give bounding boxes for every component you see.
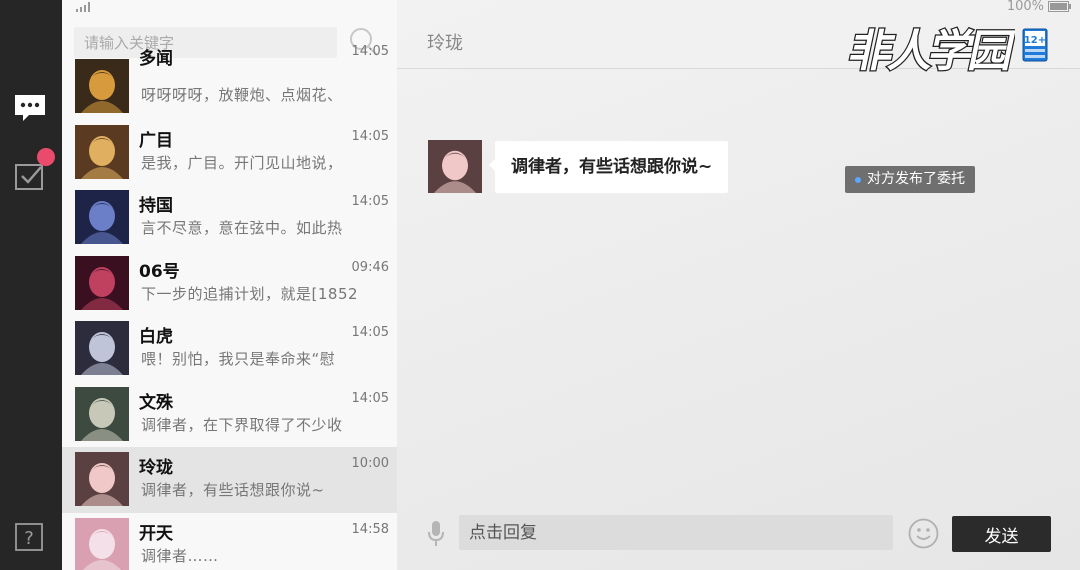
avatar xyxy=(75,452,129,506)
commission-notice[interactable]: 对方发布了委托 xyxy=(845,166,975,193)
conversation-name: 多闻 xyxy=(139,49,173,69)
game-logo: 非人学园 xyxy=(843,25,1015,78)
conversation-item[interactable]: 文殊 14:05 调律者，在下界取得了不少收 xyxy=(62,382,397,448)
avatar xyxy=(75,321,129,375)
conversation-time: 14:05 xyxy=(351,128,389,144)
send-button[interactable]: 发送 xyxy=(952,516,1051,552)
avatar xyxy=(75,59,129,113)
logo-text: 非人学园 xyxy=(844,26,1015,76)
svg-text:?: ? xyxy=(24,528,34,549)
conversation-time: 14:05 xyxy=(351,194,389,209)
age-rating-text: 12+ xyxy=(1024,35,1046,46)
conversation-preview: 调律者，在下界取得了不少收 xyxy=(141,415,343,434)
conversation-preview: 下一步的追捕计划，就是[1852 xyxy=(141,284,359,303)
conversation-list-panel: 多闻 14:05 呀呀呀呀，放鞭炮、点烟花、 广目 14:05 是我，广目。开门… xyxy=(62,0,397,570)
conversation-item[interactable]: 白虎 14:05 喂！别怕，我只是奉命来“慰 xyxy=(62,316,397,382)
chat-panel: 玲珑 100% 非人学园 12+ 调律者，有些话想跟你说~ 对方发布了委托 点击… xyxy=(397,0,1080,570)
conversation-preview: 调律者，有些话想跟你说~ xyxy=(141,481,325,499)
signal-icon xyxy=(76,2,90,12)
conversation-time: 10:00 xyxy=(351,456,389,471)
emoji-icon[interactable] xyxy=(908,518,939,549)
conversation-preview: 呀呀呀呀，放鞭炮、点烟花、 xyxy=(141,86,343,104)
chat-bubble-icon[interactable] xyxy=(13,93,47,123)
conversation-name: 广目 xyxy=(139,130,173,151)
notice-dot-icon xyxy=(855,177,861,183)
conversation-time: 14:05 xyxy=(351,390,389,406)
conversation-item[interactable]: 06号 09:46 下一步的追捕计划，就是[1852 xyxy=(62,251,397,317)
chat-title: 玲珑 xyxy=(427,33,463,54)
conversation-name: 持国 xyxy=(139,196,173,216)
message-avatar[interactable] xyxy=(428,140,482,193)
conversation-preview: 言不尽意，意在弦中。如此热 xyxy=(141,219,343,237)
conversation-preview: 喂！别怕，我只是奉命来“慰 xyxy=(141,350,336,368)
task-check-icon[interactable] xyxy=(14,161,46,191)
message-bubble: 调律者，有些话想跟你说~ xyxy=(488,141,729,193)
avatar xyxy=(75,190,129,244)
conversation-item[interactable]: 持国 14:05 言不尽意，意在弦中。如此热 xyxy=(62,185,397,251)
battery-icon xyxy=(1048,1,1071,12)
conversation-list: 多闻 14:05 呀呀呀呀，放鞭炮、点烟花、 广目 14:05 是我，广目。开门… xyxy=(62,44,397,570)
avatar xyxy=(75,124,129,179)
left-rail: ? xyxy=(0,0,62,570)
conversation-name: 开天 xyxy=(139,523,173,544)
conversation-preview: 调律者…… xyxy=(141,546,219,565)
help-icon[interactable]: ? xyxy=(14,522,44,552)
conversation-item[interactable]: 开天 14:58 调律者…… xyxy=(62,513,397,570)
conversation-time: 14:58 xyxy=(351,521,389,537)
conversation-name: 白虎 xyxy=(139,327,173,347)
microphone-icon[interactable] xyxy=(427,520,445,548)
reply-input[interactable] xyxy=(459,515,893,550)
conversation-name: 06号 xyxy=(139,261,180,282)
age-rating-badge: 12+ xyxy=(1022,28,1048,62)
battery-percentage: 100% xyxy=(1006,0,1044,14)
avatar xyxy=(75,386,129,441)
notice-text: 对方发布了委托 xyxy=(867,171,965,187)
conversation-name: 文殊 xyxy=(139,392,173,413)
conversation-item[interactable]: 广目 14:05 是我，广目。开门见山地说， xyxy=(62,120,397,186)
conversation-time: 14:05 xyxy=(351,44,389,59)
conversation-time: 14:05 xyxy=(351,325,389,340)
conversation-name: 玲珑 xyxy=(139,458,173,478)
conversation-item[interactable]: 多闻 14:05 呀呀呀呀，放鞭炮、点烟花、 xyxy=(62,44,397,120)
conversation-time: 09:46 xyxy=(351,259,389,275)
avatar xyxy=(75,517,129,570)
notification-badge xyxy=(37,148,55,166)
conversation-item-selected[interactable]: 玲珑 10:00 调律者，有些话想跟你说~ xyxy=(62,447,397,513)
conversation-preview: 是我，广目。开门见山地说， xyxy=(141,153,343,172)
avatar xyxy=(75,255,129,310)
